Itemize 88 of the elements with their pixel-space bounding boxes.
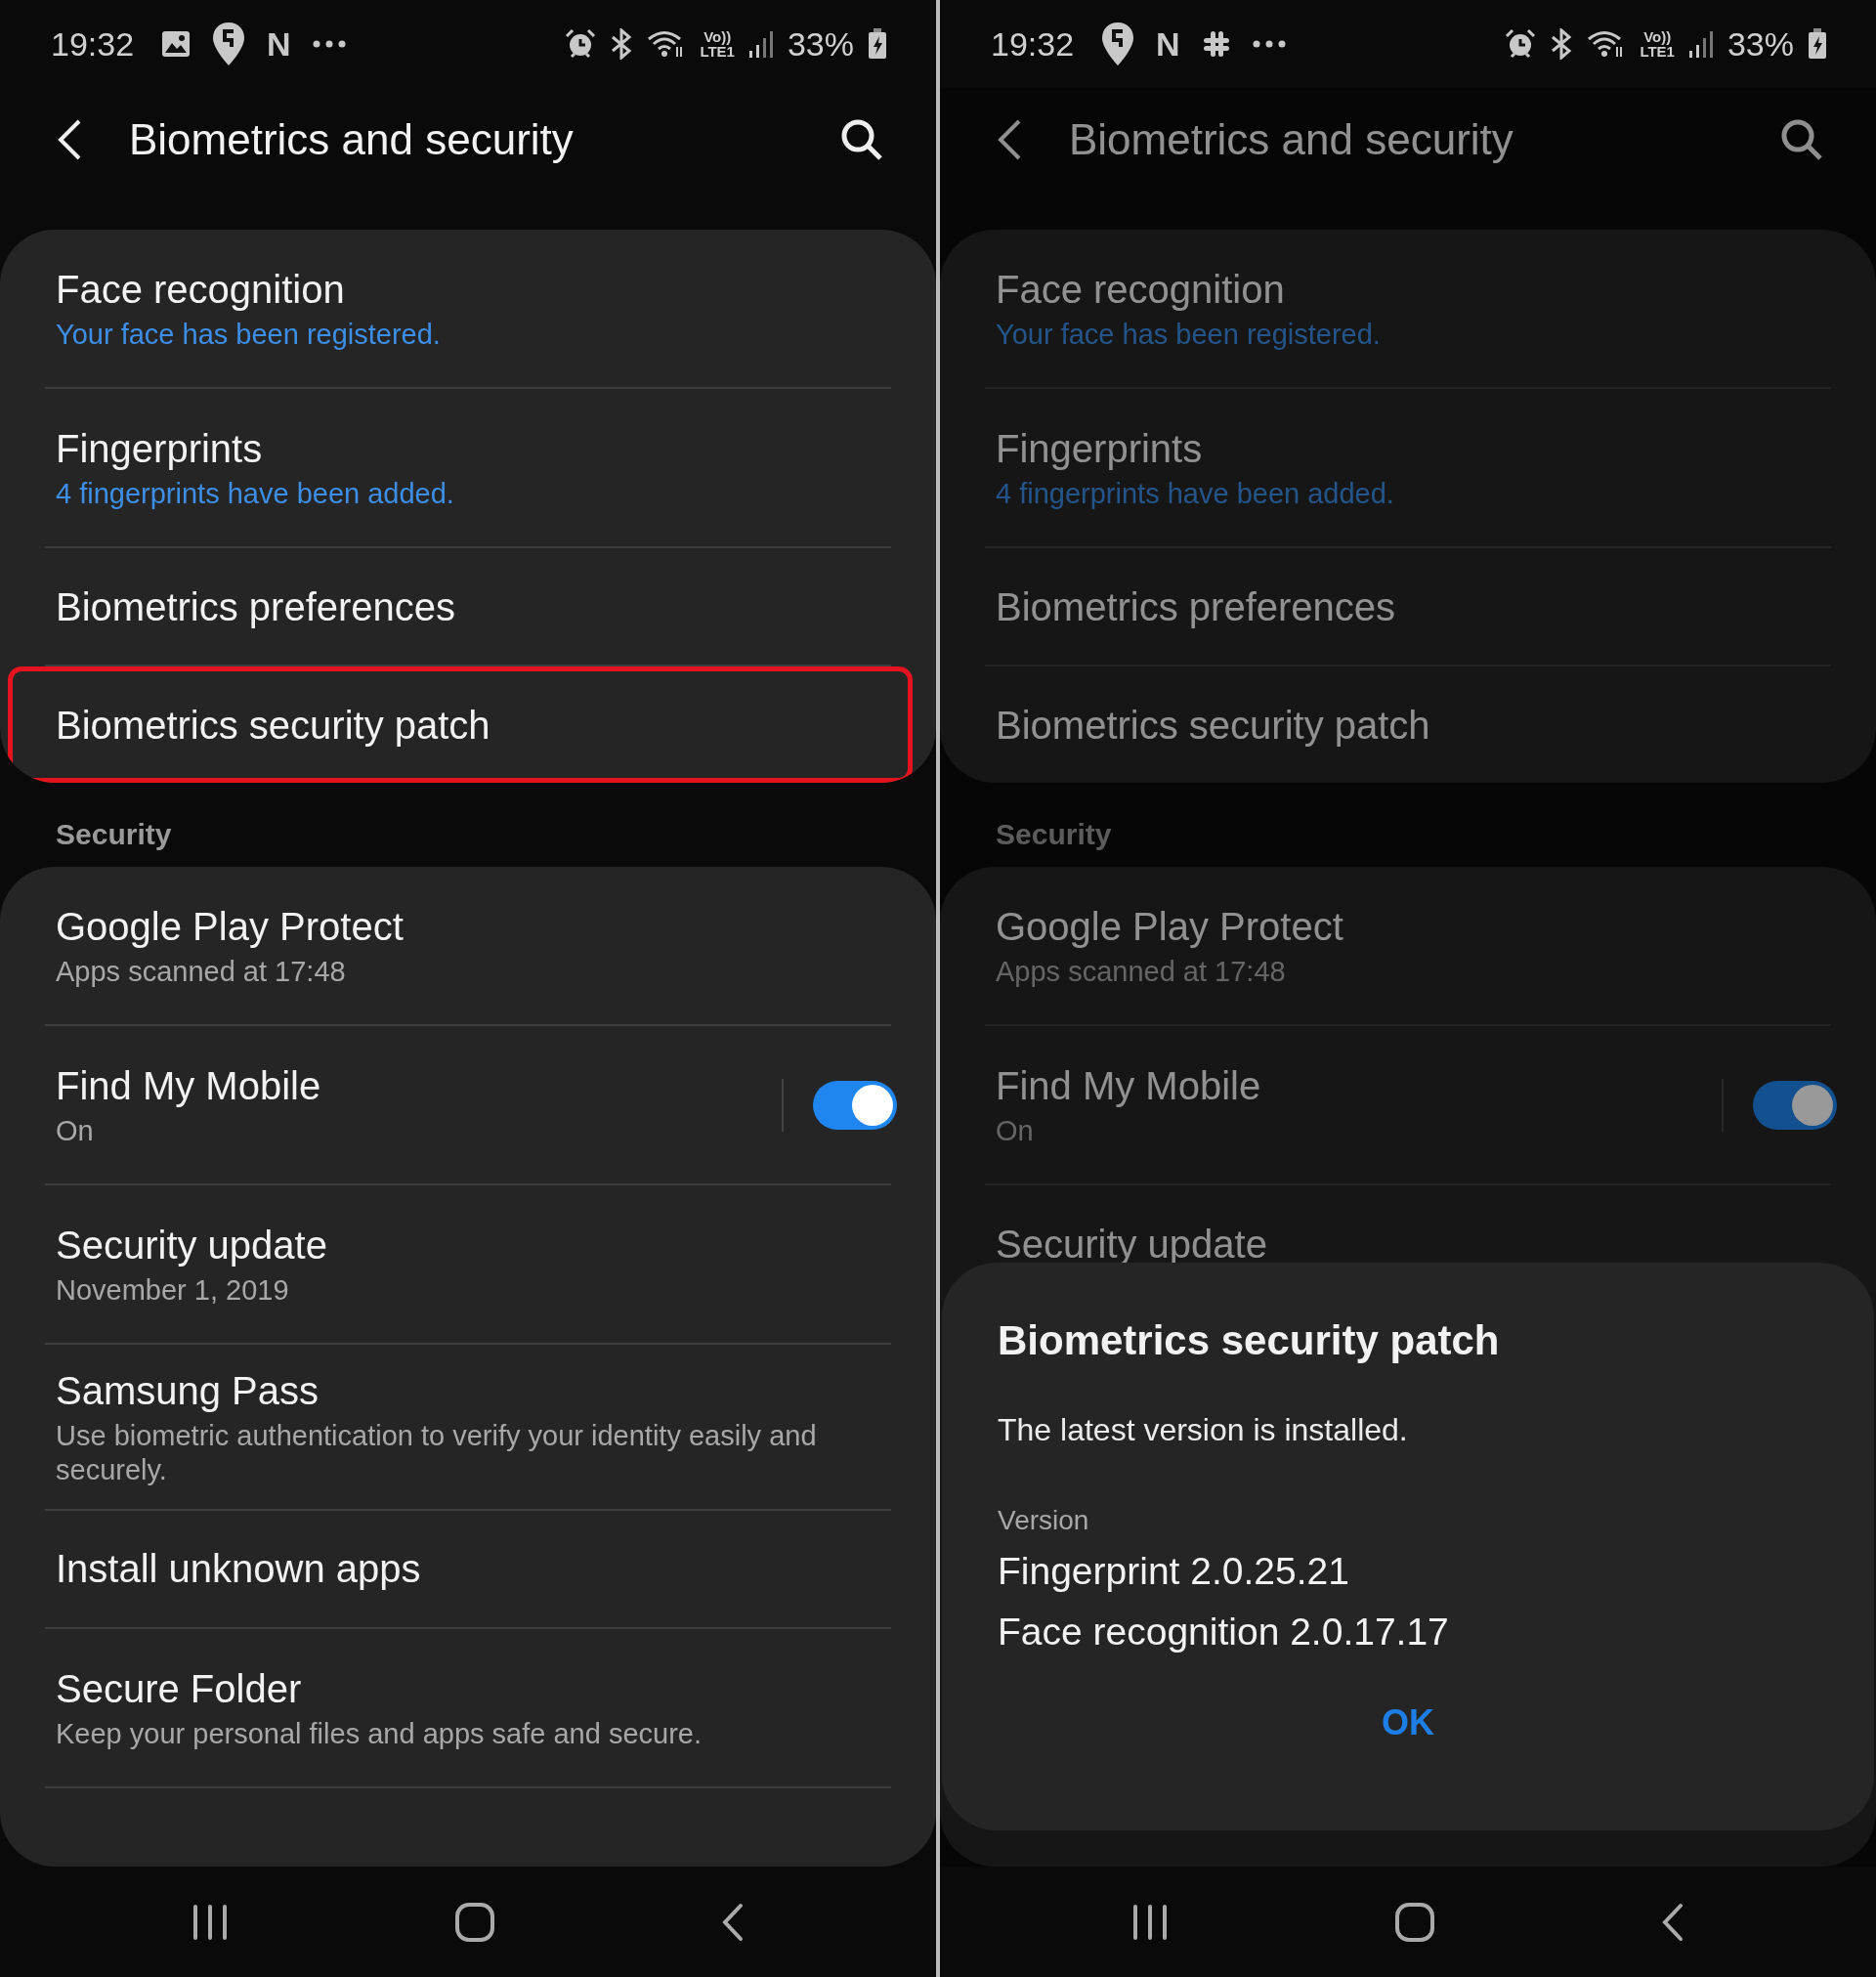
item-title: Security update <box>56 1223 328 1269</box>
settings-item[interactable]: Samsung Pass Use biometric authentication to verify your identity easily and securely. <box>8 1345 913 1509</box>
more-icon <box>1252 40 1286 48</box>
signal-icon <box>1687 29 1714 59</box>
item-title: Samsung Pass <box>56 1368 320 1414</box>
item-title: Biometrics preferences <box>56 583 457 630</box>
version-line: Fingerprint 2.0.25.21 <box>998 1549 1350 1594</box>
item-title: Biometrics preferences <box>996 583 1397 630</box>
netflix-logo: N <box>1156 27 1180 61</box>
item-subtitle: On <box>996 1114 1035 1148</box>
item-title: Install unknown apps <box>56 1546 422 1593</box>
pin-icon <box>1101 21 1135 66</box>
page-title: Biometrics and security <box>1069 113 1514 165</box>
item-subtitle: Use biometric authentication to verify your identity easily and securely. <box>56 1419 818 1487</box>
item-subtitle: Apps scanned at 17:48 <box>996 955 1287 989</box>
item-subtitle: On <box>56 1114 95 1148</box>
settings-item[interactable]: Face recognition Your face has been registered. <box>948 230 1853 387</box>
battery-percent: 33% <box>1727 23 1794 64</box>
item-subtitle: Keep your personal files and apps safe and secure. <box>56 1716 703 1751</box>
alarm-icon <box>565 28 597 60</box>
settings-item[interactable]: Biometrics preferences <box>8 548 913 665</box>
item-title: Google Play Protect <box>56 904 405 951</box>
item-title: Fingerprints <box>996 426 1204 473</box>
image-icon <box>161 30 192 58</box>
battery-charging-icon <box>1808 28 1827 60</box>
ok-button[interactable]: OK <box>1370 1692 1446 1753</box>
recent-apps-icon[interactable] <box>191 1903 230 1941</box>
item-subtitle: Your face has been registered. <box>56 318 442 352</box>
recent-apps-icon[interactable] <box>1130 1903 1170 1941</box>
settings-item[interactable]: Google Play Protect Apps scanned at 17:48 <box>948 867 1853 1024</box>
item-title: Fingerprints <box>56 426 264 473</box>
toggle-switch[interactable] <box>1753 1080 1837 1130</box>
alarm-icon <box>1505 28 1537 60</box>
status-time: 19:32 <box>51 23 135 64</box>
version-line: Face recognition 2.0.17.17 <box>998 1610 1450 1655</box>
bluetooth-icon <box>610 28 634 60</box>
item-subtitle: November 1, 2019 <box>56 1273 290 1308</box>
settings-item[interactable]: Face recognition Your face has been registered. <box>8 230 913 387</box>
settings-item[interactable]: Biometrics preferences <box>948 548 1853 665</box>
settings-item[interactable]: Biometrics security patch <box>948 666 1853 783</box>
section-heading: Security <box>996 816 1112 852</box>
home-icon[interactable] <box>1394 1901 1435 1943</box>
volte-label: Vo)) <box>704 29 732 44</box>
hash-icon <box>1201 29 1231 59</box>
item-title: Secure Folder <box>56 1665 303 1712</box>
settings-item[interactable]: Security update November 1, 2019 <box>8 1185 913 1343</box>
toggle-switch[interactable] <box>813 1080 897 1130</box>
page-title: Biometrics and security <box>129 113 574 165</box>
battery-charging-icon <box>868 28 887 60</box>
settings-item[interactable]: Google Play Protect Apps scanned at 17:48 <box>8 867 913 1024</box>
netflix-logo: N <box>267 27 291 61</box>
item-subtitle: 4 fingerprints have been added. <box>996 477 1395 511</box>
search-icon[interactable] <box>840 117 883 161</box>
settings-item[interactable]: Find My Mobile On <box>8 1026 913 1183</box>
lte-label: LTE1 <box>1640 44 1675 59</box>
pin-icon <box>212 21 246 66</box>
search-icon[interactable] <box>1780 117 1823 161</box>
settings-item[interactable]: Secure Folder Keep your personal files and apps safe and secure. <box>8 1628 913 1786</box>
bluetooth-icon <box>1550 28 1574 60</box>
item-title: Find My Mobile <box>996 1063 1262 1110</box>
status-time: 19:32 <box>991 23 1075 64</box>
settings-item[interactable]: Fingerprints 4 fingerprints have been added. <box>948 389 1853 546</box>
back-nav-icon[interactable] <box>720 1902 746 1942</box>
item-title: Biometrics security patch <box>56 702 491 749</box>
settings-item[interactable]: Install unknown apps <box>8 1510 913 1627</box>
item-title: Security update <box>996 1221 1268 1268</box>
item-title: Biometrics security patch <box>996 702 1431 749</box>
settings-item[interactable]: Fingerprints 4 fingerprints have been added. <box>8 389 913 546</box>
home-icon[interactable] <box>454 1901 495 1943</box>
settings-item[interactable]: Find My Mobile On <box>948 1026 1853 1183</box>
item-subtitle: 4 fingerprints have been added. <box>56 477 455 511</box>
item-title: Google Play Protect <box>996 904 1344 951</box>
volte-label: Vo)) <box>1643 29 1672 44</box>
item-title: Face recognition <box>56 267 346 314</box>
item-subtitle: Your face has been registered. <box>996 318 1382 352</box>
more-icon <box>312 40 346 48</box>
item-title: Find My Mobile <box>56 1063 322 1110</box>
settings-item[interactable]: Biometrics security patch <box>8 666 913 783</box>
lte-label: LTE1 <box>700 44 735 59</box>
item-subtitle: Apps scanned at 17:48 <box>56 955 347 989</box>
section-heading: Security <box>56 816 172 852</box>
item-title: Face recognition <box>996 267 1286 314</box>
signal-icon <box>747 29 774 59</box>
back-nav-icon[interactable] <box>1660 1902 1685 1942</box>
battery-percent: 33% <box>787 23 854 64</box>
version-label: Version <box>998 1504 1090 1537</box>
dialog-message: The latest version is installed. <box>998 1411 1409 1449</box>
dialog-title: Biometrics security patch <box>998 1316 1501 1365</box>
